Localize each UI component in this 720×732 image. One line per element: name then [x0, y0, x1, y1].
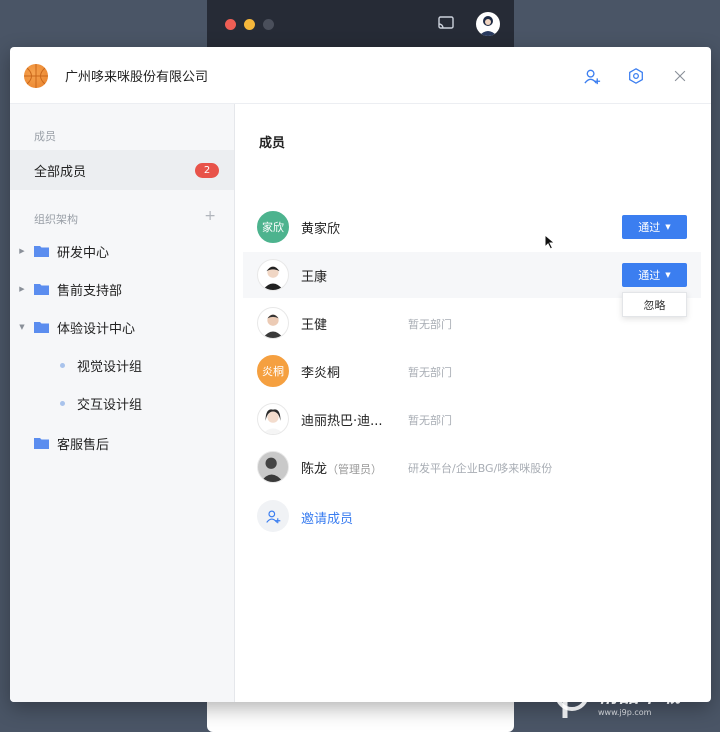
member-row[interactable]: 王健 暂无部门: [243, 300, 701, 346]
tree-item-presales[interactable]: ▶ 售前支持部: [10, 270, 122, 308]
sidebar-item-label: 全部成员: [34, 164, 87, 180]
tree-item-support[interactable]: 客服售后: [10, 424, 109, 462]
approve-label: 通过: [638, 221, 661, 234]
cast-icon[interactable]: [438, 16, 454, 29]
invite-user-icon[interactable]: [257, 500, 289, 532]
member-department: 暂无部门: [408, 366, 452, 379]
tree-item-rd[interactable]: ▶ 研发中心: [10, 232, 109, 270]
watermark: 精品下载 www.j9p.com: [552, 676, 682, 720]
approve-label: 通过: [638, 269, 661, 282]
caret-right-icon[interactable]: ▶: [10, 247, 34, 255]
approve-button[interactable]: 通过 ▼: [622, 263, 687, 287]
bullet-icon: [60, 362, 65, 368]
avatar: [257, 259, 289, 291]
tree-item-label: 交互设计组: [77, 397, 143, 413]
members-section-label: 成员: [34, 130, 56, 143]
member-row[interactable]: 迪丽热巴·迪... 暂无部门: [243, 396, 701, 442]
watermark-logo-icon: [555, 677, 589, 718]
tree-item-interaction[interactable]: 交互设计组: [10, 384, 142, 422]
mouse-cursor-icon: [544, 234, 556, 250]
close-dot[interactable]: [225, 19, 236, 30]
user-avatar[interactable]: [476, 12, 500, 36]
title-actions: [581, 65, 691, 87]
member-department: 暂无部门: [408, 318, 452, 331]
count-badge: 2: [195, 163, 219, 178]
settings-icon[interactable]: [625, 65, 647, 87]
tree-item-label: 客服售后: [57, 437, 110, 453]
add-user-icon[interactable]: [581, 65, 603, 87]
caret-right-icon[interactable]: ▶: [10, 285, 34, 293]
traffic-lights: [225, 19, 274, 30]
close-icon[interactable]: [669, 65, 691, 87]
org-name: 广州哆来咪股份有限公司: [65, 70, 209, 85]
member-name: 王健: [301, 318, 328, 333]
avatar: [257, 451, 289, 483]
member-list-panel: 成员 家欣 黄家欣 通过 ▼ 王康 通过 ▼ 忽略 王健 暂无部门 炎桐 李炎桐…: [235, 104, 711, 702]
members-window: 广州哆来咪股份有限公司 成员 全部成员 2 组织架构 + ▶ 研发中心 ▶ 售前…: [10, 47, 711, 702]
member-department: 暂无部门: [408, 414, 452, 427]
titlebar: 广州哆来咪股份有限公司: [10, 47, 711, 104]
minimize-dot[interactable]: [244, 19, 255, 30]
tree-item-label: 体验设计中心: [57, 321, 136, 337]
member-department: 研发平台/企业BG/哆来咪股份: [408, 462, 553, 475]
member-role: （管理员）: [327, 463, 383, 476]
sidebar-item-all-members[interactable]: 全部成员 2: [10, 150, 234, 190]
add-department-icon[interactable]: +: [204, 208, 216, 224]
member-name: 迪丽热巴·迪...: [301, 414, 383, 429]
watermark-url: www.j9p.com: [598, 708, 652, 717]
avatar: 家欣: [257, 211, 289, 243]
member-name: 王康: [301, 270, 328, 285]
background-window-bottom: [207, 700, 514, 732]
member-name: 陈龙（管理员）: [301, 458, 382, 477]
member-row[interactable]: 陈龙（管理员） 研发平台/企业BG/哆来咪股份: [243, 444, 701, 490]
folder-icon: [34, 246, 49, 257]
member-name: 李炎桐: [301, 366, 341, 381]
page-title: 成员: [259, 136, 286, 151]
invite-member-link[interactable]: 邀请成员: [301, 508, 353, 527]
avatar: [257, 403, 289, 435]
sidebar: 成员 全部成员 2 组织架构 + ▶ 研发中心 ▶ 售前支持部 ▼ 体验设计中心…: [10, 104, 235, 702]
bullet-icon: [60, 400, 65, 406]
chevron-down-icon: ▼: [665, 271, 671, 279]
zoom-dot[interactable]: [263, 19, 274, 30]
org-logo: [24, 64, 48, 88]
tree-item-visual[interactable]: 视觉设计组: [10, 346, 142, 384]
caret-down-icon[interactable]: ▼: [10, 323, 34, 331]
background-window: [207, 0, 514, 47]
org-section-label: 组织架构: [34, 213, 78, 226]
folder-icon: [34, 284, 49, 295]
watermark-text: 精品下载: [598, 683, 682, 707]
folder-icon: [34, 322, 49, 333]
member-row[interactable]: 炎桐 李炎桐 暂无部门: [243, 348, 701, 394]
member-name: 黄家欣: [301, 222, 341, 237]
avatar: 炎桐: [257, 355, 289, 387]
chevron-down-icon: ▼: [665, 223, 671, 231]
tree-item-label: 售前支持部: [57, 283, 123, 299]
member-row[interactable]: 家欣 黄家欣 通过 ▼: [243, 204, 701, 250]
approve-button[interactable]: 通过 ▼: [622, 215, 687, 239]
tree-item-label: 研发中心: [57, 245, 110, 261]
tree-item-label: 视觉设计组: [77, 359, 143, 375]
avatar: [257, 307, 289, 339]
tree-item-ux[interactable]: ▼ 体验设计中心: [10, 308, 135, 346]
member-name-text: 陈龙: [301, 462, 328, 477]
folder-icon: [34, 438, 49, 449]
